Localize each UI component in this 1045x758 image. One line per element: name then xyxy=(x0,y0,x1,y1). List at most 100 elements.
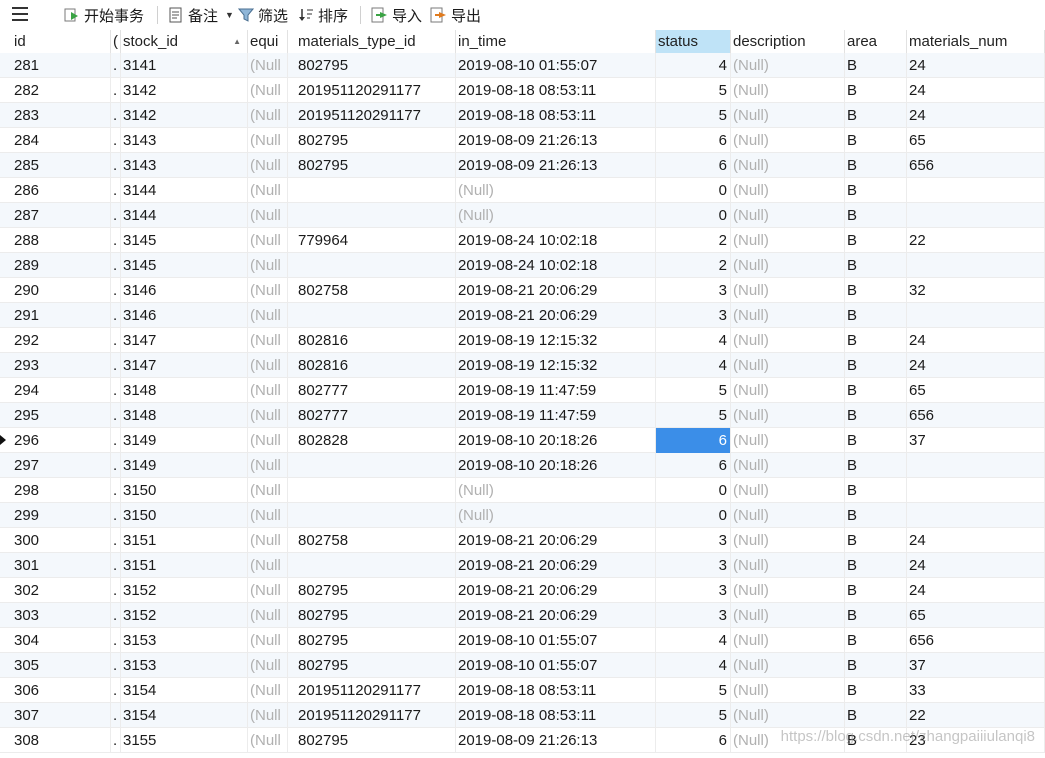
table-row[interactable]: 290. 3146 (Null 802758 2019-08-21 20:06:29 3(… xyxy=(0,278,1045,303)
cell-description[interactable]: (Null) xyxy=(731,228,845,253)
cell-collapsed[interactable]: . xyxy=(111,78,121,103)
cell-description[interactable]: (Null) xyxy=(731,603,845,628)
cell-collapsed[interactable]: . xyxy=(111,628,121,653)
cell-stock-id[interactable]: 3141 xyxy=(121,53,248,78)
cell-materials-type-id[interactable]: 802828 xyxy=(296,428,456,453)
cell-collapsed[interactable]: . xyxy=(111,503,121,528)
table-row[interactable]: 289. 3145 (Null 2019-08-24 10:02:18 2 (Null) B xyxy=(0,253,1045,278)
cell-stock-id[interactable]: 3154 xyxy=(121,678,248,703)
table-row[interactable]: 284. 3143 (Null 802795 2019-08-09 21:26:13 6(… xyxy=(0,128,1045,153)
cell-equip[interactable]: (Null xyxy=(248,703,288,728)
sort-button[interactable]: 排序 xyxy=(298,5,348,25)
cell-id[interactable]: 291 xyxy=(0,303,111,328)
cell-in-time[interactable]: 2019-08-21 20:06:29 xyxy=(456,553,656,578)
table-row[interactable]: 281. 3141 (Null 802795 2019-08-10 01:55:07 4(… xyxy=(0,53,1045,78)
cell-id[interactable]: 281 xyxy=(0,53,111,78)
cell-materials-num[interactable]: 24 xyxy=(907,103,1045,128)
cell-equip[interactable]: (Null xyxy=(248,53,288,78)
cell-materials-type-id[interactable]: 802795 xyxy=(296,603,456,628)
cell-area[interactable]: B xyxy=(845,628,907,653)
cell-materials-num[interactable]: 24 xyxy=(907,78,1045,103)
cell-status[interactable]: 0 xyxy=(656,478,731,503)
cell-equip[interactable]: (Null xyxy=(248,553,288,578)
table-row[interactable]: 302. 3152 (Null 802795 2019-08-21 20:06:29 3(… xyxy=(0,578,1045,603)
cell-id[interactable]: 301 xyxy=(0,553,111,578)
cell-equip[interactable]: (Null xyxy=(248,728,288,753)
cell-equip[interactable]: (Null xyxy=(248,278,288,303)
cell-materials-type-id[interactable] xyxy=(296,203,456,228)
cell-in-time[interactable]: 2019-08-10 01:55:07 xyxy=(456,53,656,78)
cell-area[interactable]: B xyxy=(845,553,907,578)
cell-materials-num[interactable]: 37 xyxy=(907,428,1045,453)
column-header-area[interactable]: area xyxy=(845,30,907,53)
cell-stock-id[interactable]: 3144 xyxy=(121,203,248,228)
cell-in-time[interactable]: 2019-08-18 08:53:11 xyxy=(456,678,656,703)
column-header-stock-id[interactable]: stock_id ▲ xyxy=(121,30,248,53)
cell-in-time[interactable]: 2019-08-10 01:55:07 xyxy=(456,628,656,653)
cell-status[interactable]: 5 xyxy=(656,103,731,128)
cell-area[interactable]: B xyxy=(845,603,907,628)
cell-status[interactable]: 5 xyxy=(656,678,731,703)
cell-collapsed[interactable]: . xyxy=(111,403,121,428)
cell-equip[interactable]: (Null xyxy=(248,528,288,553)
cell-stock-id[interactable]: 3143 xyxy=(121,153,248,178)
cell-in-time[interactable]: 2019-08-24 10:02:18 xyxy=(456,228,656,253)
cell-materials-type-id[interactable]: 201951120291177 xyxy=(296,678,456,703)
cell-stock-id[interactable]: 3154 xyxy=(121,703,248,728)
cell-description[interactable]: (Null) xyxy=(731,528,845,553)
column-header-description[interactable]: description xyxy=(731,30,845,53)
cell-status[interactable]: 2 xyxy=(656,253,731,278)
cell-stock-id[interactable]: 3152 xyxy=(121,578,248,603)
cell-description[interactable]: (Null) xyxy=(731,303,845,328)
cell-description[interactable]: (Null) xyxy=(731,78,845,103)
cell-status[interactable]: 4 xyxy=(656,653,731,678)
cell-in-time[interactable]: 2019-08-19 11:47:59 xyxy=(456,403,656,428)
column-header-materials-type-id[interactable]: materials_type_id xyxy=(296,30,456,53)
cell-id[interactable]: 283 xyxy=(0,103,111,128)
table-row[interactable]: 305. 3153 (Null 802795 2019-08-10 01:55:07 4(… xyxy=(0,653,1045,678)
cell-materials-num[interactable]: 24 xyxy=(907,353,1045,378)
cell-materials-num[interactable]: 24 xyxy=(907,53,1045,78)
cell-area[interactable]: B xyxy=(845,403,907,428)
cell-stock-id[interactable]: 3150 xyxy=(121,478,248,503)
cell-description[interactable]: (Null) xyxy=(731,403,845,428)
cell-collapsed[interactable]: . xyxy=(111,203,121,228)
cell-description[interactable]: (Null) xyxy=(731,503,845,528)
cell-status[interactable]: 3 xyxy=(656,553,731,578)
cell-stock-id[interactable]: 3147 xyxy=(121,353,248,378)
cell-in-time[interactable]: 2019-08-09 21:26:13 xyxy=(456,728,656,753)
cell-status[interactable]: 5 xyxy=(656,378,731,403)
memo-button[interactable]: 备注 ▼ xyxy=(168,5,234,25)
cell-collapsed[interactable]: . xyxy=(111,353,121,378)
cell-id[interactable]: 304 xyxy=(0,628,111,653)
cell-area[interactable]: B xyxy=(845,428,907,453)
cell-id[interactable]: 300 xyxy=(0,528,111,553)
column-header-in-time[interactable]: in_time xyxy=(456,30,656,53)
cell-equip[interactable]: (Null xyxy=(248,253,288,278)
cell-collapsed[interactable]: . xyxy=(111,103,121,128)
cell-status[interactable]: 6 xyxy=(656,728,731,753)
cell-materials-type-id[interactable] xyxy=(296,253,456,278)
cell-area[interactable]: B xyxy=(845,53,907,78)
cell-description[interactable]: (Null) xyxy=(731,628,845,653)
cell-area[interactable]: B xyxy=(845,578,907,603)
cell-description[interactable]: (Null) xyxy=(731,203,845,228)
cell-collapsed[interactable]: . xyxy=(111,303,121,328)
cell-equip[interactable]: (Null xyxy=(248,653,288,678)
cell-status[interactable]: 5 xyxy=(656,403,731,428)
cell-equip[interactable]: (Null xyxy=(248,303,288,328)
cell-area[interactable]: B xyxy=(845,728,907,753)
cell-stock-id[interactable]: 3150 xyxy=(121,503,248,528)
table-row[interactable]: 288. 3145 (Null 779964 2019-08-24 10:02:18 2(… xyxy=(0,228,1045,253)
cell-description[interactable]: (Null) xyxy=(731,578,845,603)
cell-stock-id[interactable]: 3147 xyxy=(121,328,248,353)
cell-materials-type-id[interactable] xyxy=(296,503,456,528)
cell-id[interactable]: 290 xyxy=(0,278,111,303)
cell-description[interactable]: (Null) xyxy=(731,553,845,578)
cell-stock-id[interactable]: 3152 xyxy=(121,603,248,628)
table-row[interactable]: 294. 3148 (Null 802777 2019-08-19 11:47:59 5(… xyxy=(0,378,1045,403)
cell-materials-num[interactable] xyxy=(907,203,1045,228)
cell-description[interactable]: (Null) xyxy=(731,728,845,753)
cell-status[interactable]: 6 xyxy=(656,153,731,178)
cell-in-time[interactable]: 2019-08-21 20:06:29 xyxy=(456,303,656,328)
